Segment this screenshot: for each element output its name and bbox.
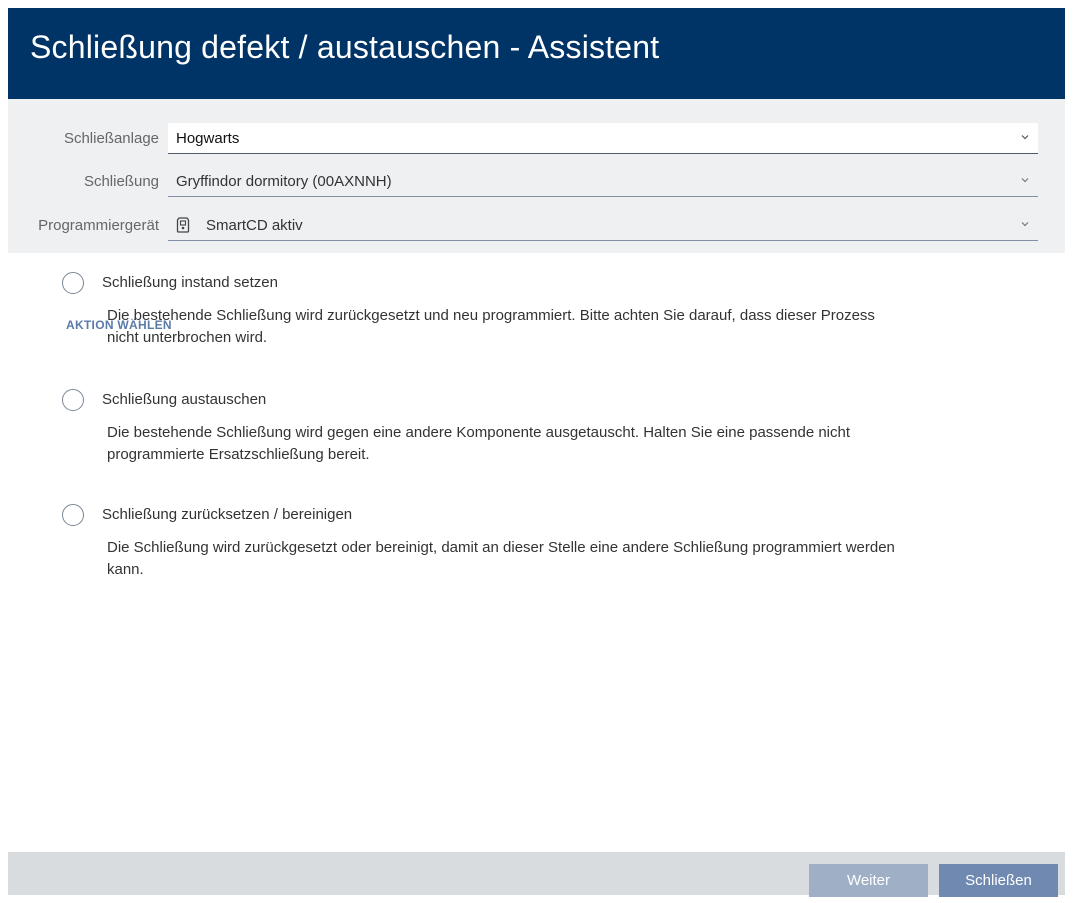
- programmer-row: Programmiergerät SmartCD aktiv: [8, 210, 1065, 242]
- chevron-down-icon: [1021, 222, 1029, 227]
- radio-reset[interactable]: [62, 504, 84, 526]
- locking-system-row: Schließanlage Hogwarts: [8, 123, 1065, 155]
- programmer-dropdown[interactable]: SmartCD aktiv: [168, 210, 1038, 241]
- lock-row: Schließung Gryffindor dormitory (00AXNNH…: [8, 166, 1065, 198]
- close-button[interactable]: Schließen: [939, 864, 1058, 897]
- chevron-down-icon: [1021, 178, 1029, 183]
- option-repair-label[interactable]: Schließung instand setzen: [102, 274, 278, 291]
- selection-form: Schließanlage Hogwarts Schließung Gryffi…: [8, 99, 1065, 253]
- option-reset-description: Die Schließung wird zurückgesetzt oder b…: [107, 539, 895, 578]
- locking-system-value: Hogwarts: [176, 130, 240, 147]
- option-replace-label[interactable]: Schließung austauschen: [102, 391, 266, 408]
- locking-system-label: Schließanlage: [63, 130, 159, 147]
- programmer-label: Programmiergerät: [38, 217, 159, 234]
- smartcd-device-icon: [176, 217, 190, 233]
- locking-system-dropdown[interactable]: Hogwarts: [168, 123, 1038, 154]
- lock-dropdown[interactable]: Gryffindor dormitory (00AXNNH): [168, 166, 1038, 197]
- option-replace-description: Die bestehende Schließung wird gegen ein…: [107, 424, 851, 463]
- programmer-value: SmartCD aktiv: [206, 217, 303, 234]
- window-title: Schließung defekt / austauschen - Assist…: [30, 29, 660, 65]
- wizard-window: Schließung defekt / austauschen - Assist…: [8, 8, 1065, 897]
- lock-label: Schließung: [83, 173, 159, 190]
- radio-repair[interactable]: [62, 272, 84, 294]
- button-bar: Weiter Schließen: [8, 852, 1065, 897]
- option-repair-description: Die bestehende Schließung wird zurückges…: [107, 307, 875, 346]
- chevron-down-icon: [1021, 135, 1029, 140]
- option-reset-label[interactable]: Schließung zurücksetzen / bereinigen: [102, 506, 352, 523]
- lock-value: Gryffindor dormitory (00AXNNH): [176, 173, 392, 190]
- next-button[interactable]: Weiter: [809, 864, 928, 897]
- title-bar: Schließung defekt / austauschen - Assist…: [8, 8, 1065, 99]
- radio-replace[interactable]: [62, 389, 84, 411]
